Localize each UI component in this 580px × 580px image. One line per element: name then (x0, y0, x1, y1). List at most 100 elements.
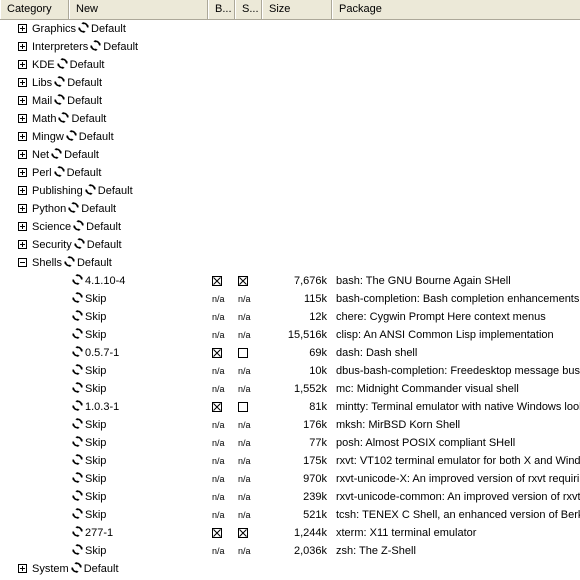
cycle-icon[interactable] (72, 544, 83, 555)
cycle-icon[interactable] (53, 166, 65, 177)
cycle-icon[interactable] (72, 382, 83, 393)
cycle-icon[interactable] (72, 418, 83, 429)
category-state[interactable]: Default (71, 113, 106, 125)
package-row[interactable]: Skip n/a n/a 176k mksh: MirBSD Korn Shell (0, 416, 580, 434)
category-row[interactable]: Publishing Default (0, 182, 580, 200)
category-row[interactable]: Science Default (0, 218, 580, 236)
column-src[interactable]: S... (235, 0, 262, 19)
cycle-icon[interactable] (84, 184, 96, 195)
cycle-icon[interactable] (54, 76, 66, 87)
src-checkbox[interactable] (238, 402, 248, 412)
category-row[interactable]: Math Default (0, 110, 580, 128)
category-state[interactable]: Default (81, 203, 116, 215)
category-row[interactable]: System Default (0, 560, 580, 578)
cycle-icon[interactable] (72, 508, 83, 519)
category-row[interactable]: Shells Default (0, 254, 580, 272)
cycle-icon[interactable] (63, 256, 75, 267)
package-row[interactable]: 0.5.7-1 69k dash: Dash shell (0, 344, 580, 362)
category-row[interactable]: Mail Default (0, 92, 580, 110)
category-state[interactable]: Default (87, 239, 122, 251)
cycle-icon[interactable] (58, 112, 70, 123)
cycle-icon[interactable] (73, 220, 85, 231)
expand-icon[interactable] (18, 150, 27, 159)
category-state[interactable]: Default (77, 257, 112, 269)
expand-icon[interactable] (18, 222, 27, 231)
expand-icon[interactable] (18, 24, 27, 33)
src-checkbox[interactable] (238, 276, 248, 286)
package-new-version[interactable]: Skip (72, 326, 106, 344)
package-row[interactable]: Skip n/a n/a 115k bash-completion: Bash comp… (0, 290, 580, 308)
package-new-version[interactable]: Skip (72, 434, 106, 452)
category-state[interactable]: Default (98, 185, 133, 197)
bin-checkbox[interactable] (212, 276, 222, 286)
cycle-icon[interactable] (72, 472, 83, 483)
package-new-version[interactable]: Skip (72, 488, 106, 506)
expand-icon[interactable] (18, 78, 27, 87)
category-row[interactable]: Python Default (0, 200, 580, 218)
column-new[interactable]: New (69, 0, 208, 19)
package-row[interactable]: 1.0.3-1 81k mintty: Terminal emulator with… (0, 398, 580, 416)
cycle-icon[interactable] (78, 22, 90, 33)
cycle-icon[interactable] (72, 364, 83, 375)
package-row[interactable]: Skip n/a n/a 175k rxvt: VT102 terminal emula… (0, 452, 580, 470)
expand-icon[interactable] (18, 240, 27, 249)
category-state[interactable]: Default (91, 23, 126, 35)
package-row[interactable]: Skip n/a n/a 521k tcsh: TENEX C Shell, an en… (0, 506, 580, 524)
category-row[interactable]: Perl Default (0, 164, 580, 182)
package-new-version[interactable]: Skip (72, 542, 106, 560)
category-state[interactable]: Default (79, 131, 114, 143)
cycle-icon[interactable] (65, 130, 77, 141)
cycle-icon[interactable] (72, 436, 83, 447)
package-row[interactable]: Skip n/a n/a 10k dbus-bash-completion: Freed… (0, 362, 580, 380)
package-row[interactable]: Skip n/a n/a 970k rxvt-unicode-X: An improve… (0, 470, 580, 488)
cycle-icon[interactable] (72, 454, 83, 465)
package-new-version[interactable]: Skip (72, 416, 106, 434)
expand-icon[interactable] (18, 114, 27, 123)
package-row[interactable]: Skip n/a n/a 12k chere: Cygwin Prompt Here c… (0, 308, 580, 326)
column-package[interactable]: Package (332, 0, 580, 19)
category-row[interactable]: Graphics Default (0, 20, 580, 38)
cycle-icon[interactable] (73, 238, 85, 249)
package-new-version[interactable]: 4.1.10-4 (72, 272, 125, 290)
expand-icon[interactable] (18, 132, 27, 141)
cycle-icon[interactable] (70, 562, 82, 573)
package-new-version[interactable]: Skip (72, 380, 106, 398)
column-category[interactable]: Category (0, 0, 69, 19)
cycle-icon[interactable] (56, 58, 68, 69)
expand-icon[interactable] (18, 96, 27, 105)
expand-icon[interactable] (18, 168, 27, 177)
category-state[interactable]: Default (103, 41, 138, 53)
category-state[interactable]: Default (84, 563, 119, 575)
category-state[interactable]: Default (70, 59, 105, 71)
category-state[interactable]: Default (67, 95, 102, 107)
collapse-icon[interactable] (18, 258, 27, 267)
column-size[interactable]: Size (262, 0, 332, 19)
cycle-icon[interactable] (72, 274, 83, 285)
package-row[interactable]: Skip n/a n/a 77k posh: Almost POSIX complian… (0, 434, 580, 452)
cycle-icon[interactable] (72, 328, 83, 339)
bin-checkbox[interactable] (212, 528, 222, 538)
category-row[interactable]: Net Default (0, 146, 580, 164)
package-new-version[interactable]: Skip (72, 308, 106, 326)
expand-icon[interactable] (18, 42, 27, 51)
category-row[interactable]: Mingw Default (0, 128, 580, 146)
cycle-icon[interactable] (68, 202, 80, 213)
column-bin[interactable]: B... (208, 0, 235, 19)
package-row[interactable]: 277-1 1,244k xterm: X11 terminal emulator (0, 524, 580, 542)
package-row[interactable]: Skip n/a n/a 15,516k clisp: An ANSI Common L… (0, 326, 580, 344)
cycle-icon[interactable] (51, 148, 63, 159)
category-row[interactable]: Interpreters Default (0, 38, 580, 56)
package-new-version[interactable]: 0.5.7-1 (72, 344, 119, 362)
category-row[interactable]: Security Default (0, 236, 580, 254)
cycle-icon[interactable] (72, 490, 83, 501)
expand-icon[interactable] (18, 564, 27, 573)
category-row[interactable]: KDE Default (0, 56, 580, 74)
category-state[interactable]: Default (64, 149, 99, 161)
category-row[interactable]: Libs Default (0, 74, 580, 92)
cycle-icon[interactable] (54, 94, 66, 105)
category-state[interactable]: Default (86, 221, 121, 233)
package-row[interactable]: Skip n/a n/a 239k rxvt-unicode-common: An im… (0, 488, 580, 506)
cycle-icon[interactable] (72, 310, 83, 321)
cycle-icon[interactable] (72, 526, 83, 537)
package-row[interactable]: Skip n/a n/a 2,036k zsh: The Z-Shell (0, 542, 580, 560)
